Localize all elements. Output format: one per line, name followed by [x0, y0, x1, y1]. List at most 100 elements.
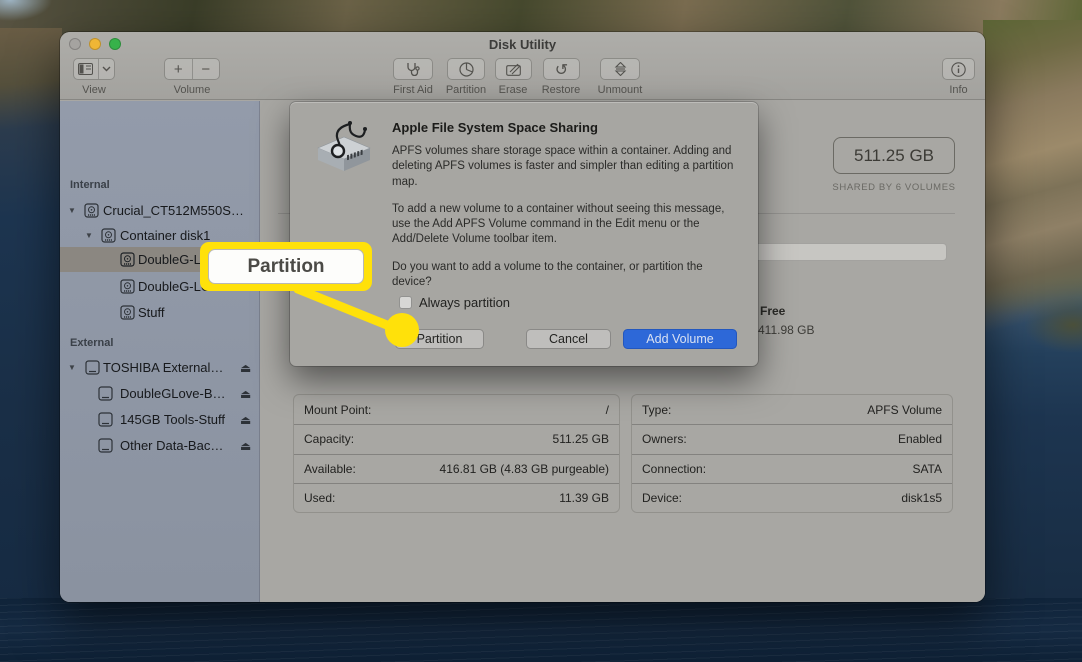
shared-by-label: SHARED BY 6 VOLUMES [803, 182, 985, 193]
restore-label: Restore [532, 84, 590, 96]
table-row: Available: 416.81 GB (4.83 GB purgeable) [294, 454, 619, 483]
table-row: Connection: SATA [632, 454, 952, 483]
row-value: 11.39 GB [559, 491, 609, 505]
volume-info-table-left: Mount Point: / Capacity: 511.25 GB Avail… [293, 394, 620, 513]
row-value: / [606, 403, 609, 417]
checkbox-label: Always partition [419, 295, 510, 310]
wallpaper-ocean-bottom [0, 598, 1082, 662]
row-value: disk1s5 [901, 491, 942, 505]
sidebar-item-toshiba[interactable]: ▼ TOSHIBA External… ⏏ [60, 355, 260, 380]
callout-label: Partition [208, 249, 364, 284]
view-label: View [73, 84, 115, 96]
dialog-paragraph: To add a new volume to a container witho… [392, 202, 742, 248]
info-label: Info [936, 84, 981, 96]
window-title: Disk Utility [60, 37, 985, 52]
table-row: Capacity: 511.25 GB [294, 424, 619, 453]
row-value: SATA [912, 462, 942, 476]
remove-volume-icon[interactable]: − [193, 59, 220, 79]
volume-icon [120, 305, 135, 323]
volume-label: Volume [164, 84, 220, 96]
chevron-down-icon [99, 59, 114, 79]
partition-pie-icon [459, 62, 474, 77]
sidebar-item-label: Stuff [138, 305, 165, 320]
capacity-badge: 511.25 GB [833, 137, 955, 174]
legend-free-value: 411.98 GB [758, 323, 814, 337]
eject-icon[interactable]: ⏏ [240, 387, 251, 401]
restore-button[interactable]: ↺ [543, 58, 580, 80]
unmount-label: Unmount [586, 84, 654, 96]
stethoscope-icon [405, 62, 421, 76]
callout-pointer-dot [385, 313, 419, 347]
table-row: Owners: Enabled [632, 424, 952, 453]
unmount-eject-icon [614, 62, 627, 76]
row-value: Enabled [898, 432, 942, 446]
row-label: Owners: [642, 432, 687, 446]
internal-disk-icon [84, 203, 99, 221]
external-volume-icon [98, 412, 113, 430]
sidebar-item-label: 145GB Tools-Stuff [120, 412, 225, 427]
sidebar-view-icon [74, 59, 98, 79]
row-value: APFS Volume [867, 403, 942, 417]
external-disk-icon [85, 360, 100, 378]
info-button[interactable] [942, 58, 975, 80]
always-partition-checkbox-row: Always partition [399, 295, 510, 310]
add-volume-button[interactable]: Add Volume [623, 329, 737, 349]
sidebar-item-label: TOSHIBA External… [103, 360, 223, 375]
erase-button[interactable] [495, 58, 532, 80]
dialog-paragraph: APFS volumes share storage space within … [392, 144, 742, 190]
always-partition-checkbox[interactable] [399, 296, 412, 309]
cancel-button[interactable]: Cancel [526, 329, 611, 349]
table-row: Used: 11.39 GB [294, 483, 619, 512]
partition-button[interactable] [447, 58, 485, 80]
table-row: Type: APFS Volume [632, 395, 952, 424]
disk-utility-app-icon [314, 118, 374, 185]
sidebar-item-doubleglove-b[interactable]: DoubleGLove-B… ⏏ [60, 381, 260, 406]
volume-stepper: + − [164, 58, 220, 80]
wallpaper-ocean-left [0, 28, 62, 662]
dialog-title: Apple File System Space Sharing [392, 120, 742, 135]
eject-icon[interactable]: ⏏ [240, 439, 251, 453]
wallpaper-cliff-right [983, 20, 1082, 662]
sidebar-item-stuff[interactable]: Stuff [60, 300, 260, 325]
add-volume-icon[interactable]: + [165, 59, 192, 79]
row-value: 416.81 GB (4.83 GB purgeable) [440, 462, 609, 476]
eject-icon[interactable]: ⏏ [240, 413, 251, 427]
titlebar: Disk Utility View + − Volume First Aid [60, 32, 985, 100]
apfs-space-sharing-dialog: Apple File System Space Sharing APFS vol… [290, 102, 758, 366]
row-label: Type: [642, 403, 671, 417]
container-disk-icon [101, 228, 116, 246]
table-row: Device: disk1s5 [632, 483, 952, 512]
volume-icon [120, 279, 135, 297]
erase-icon [506, 63, 521, 76]
volume-icon [120, 252, 135, 270]
dialog-text-block: Apple File System Space Sharing APFS vol… [392, 120, 742, 302]
first-aid-button[interactable] [393, 58, 433, 80]
external-volume-icon [98, 386, 113, 404]
sidebar-item-label: Container disk1 [120, 228, 210, 243]
disclosure-triangle-icon[interactable]: ▼ [68, 206, 76, 215]
external-volume-icon [98, 438, 113, 456]
disclosure-triangle-icon[interactable]: ▼ [85, 231, 93, 240]
sidebar-section-external: External [70, 337, 113, 349]
row-label: Available: [304, 462, 356, 476]
row-label: Used: [304, 491, 335, 505]
partition-callout: Partition [200, 242, 372, 291]
sidebar-item-crucial[interactable]: ▼ Crucial_CT512M550S… [60, 198, 260, 223]
legend-free-label: Free [760, 304, 785, 318]
disclosure-triangle-icon[interactable]: ▼ [68, 363, 76, 372]
unmount-button[interactable] [600, 58, 640, 80]
sidebar-item-145gb-tools-stuff[interactable]: 145GB Tools-Stuff ⏏ [60, 407, 260, 432]
view-button[interactable] [73, 58, 115, 80]
sidebar-item-label: Other Data-Bac… [120, 438, 223, 453]
sidebar-item-other-data-backup[interactable]: Other Data-Bac… ⏏ [60, 433, 260, 458]
row-label: Capacity: [304, 432, 354, 446]
eject-icon[interactable]: ⏏ [240, 361, 251, 375]
row-label: Mount Point: [304, 403, 371, 417]
sidebar: Internal ▼ Crucial_CT512M550S… ▼ Contain… [60, 101, 260, 602]
sidebar-section-internal: Internal [70, 179, 110, 191]
restore-arrow-icon: ↺ [555, 60, 568, 79]
table-row: Mount Point: / [294, 395, 619, 424]
sidebar-item-label: Crucial_CT512M550S… [103, 203, 244, 218]
volume-info-table-right: Type: APFS Volume Owners: Enabled Connec… [631, 394, 953, 513]
row-label: Device: [642, 491, 682, 505]
